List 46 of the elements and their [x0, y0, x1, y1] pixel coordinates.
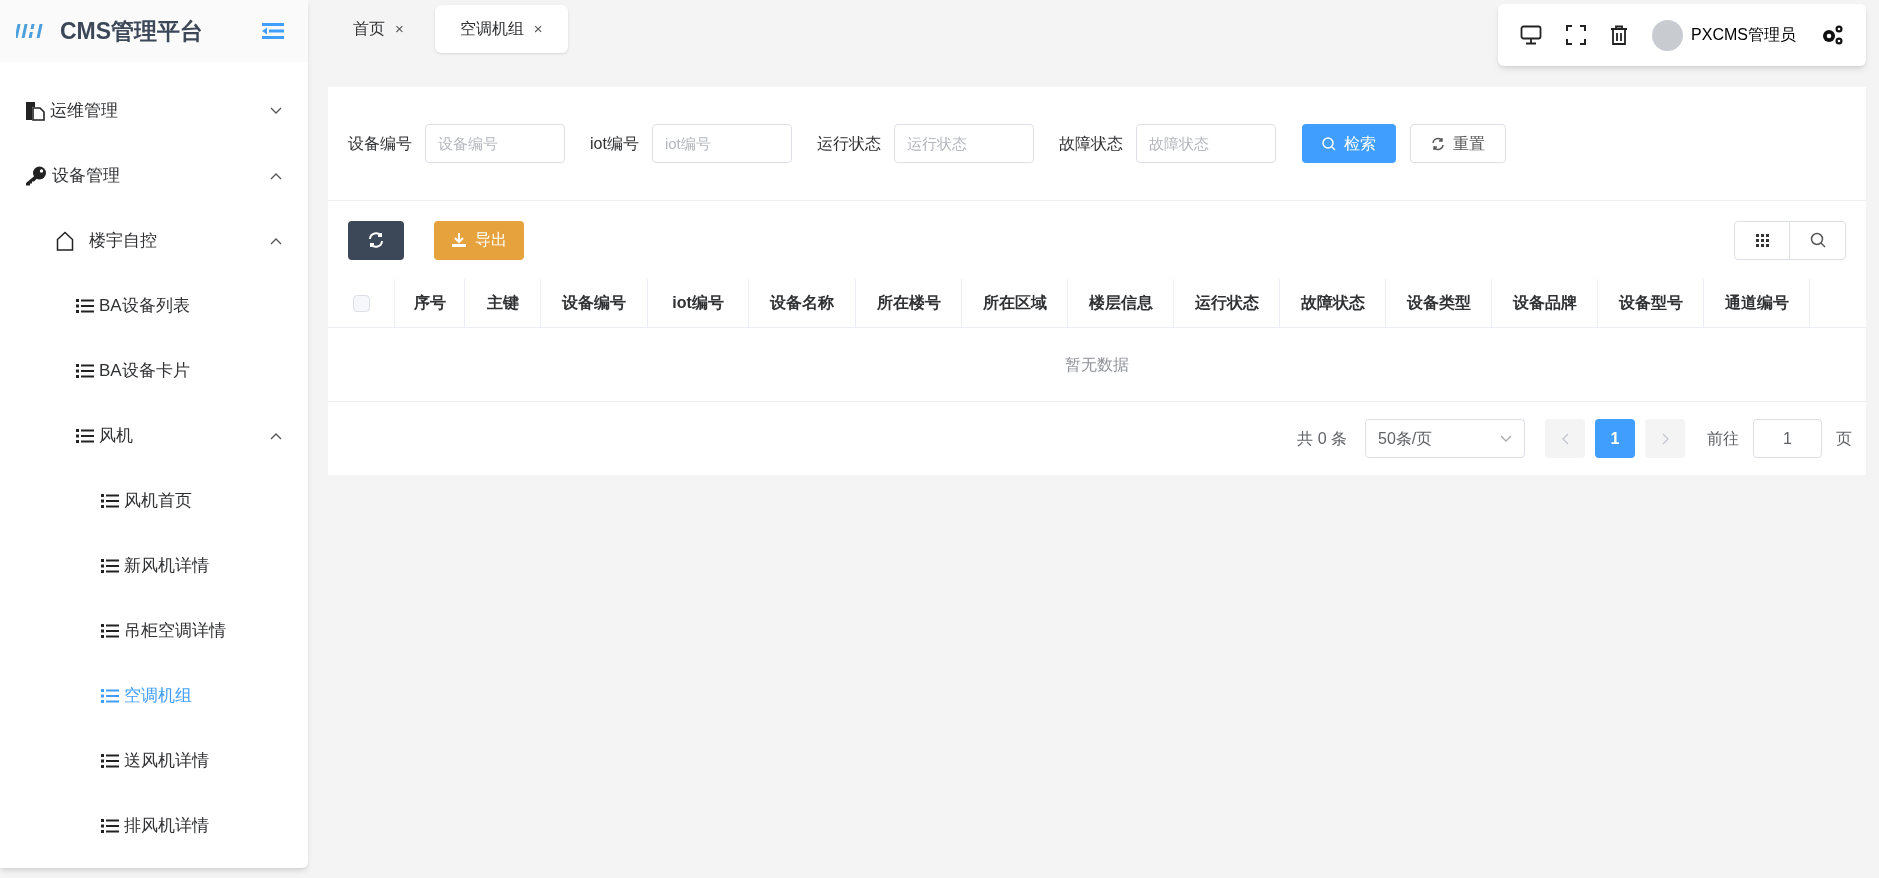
menu-item[interactable]: 风机首页 — [0, 468, 308, 533]
column-header: 主键 — [465, 279, 541, 327]
user-name[interactable]: PXCMS管理员 — [1691, 23, 1796, 47]
tab[interactable]: 空调机组 × — [434, 5, 568, 53]
menu-item[interactable]: 吊柜空调详情 — [0, 598, 308, 663]
filter-input[interactable]: 设备编号 — [425, 124, 565, 163]
column-header: 设备类型 — [1386, 279, 1492, 327]
total-count: 共 0 条 — [1297, 428, 1347, 449]
page-size-select[interactable]: 50条/页 — [1365, 419, 1525, 458]
reset-button[interactable]: 重置 — [1409, 124, 1506, 163]
column-header: 设备编号 — [541, 279, 648, 327]
menu-item[interactable]: 风机 — [0, 403, 308, 468]
close-tab-icon[interactable]: × — [395, 17, 404, 41]
menu-item[interactable]: 送风机详情 — [0, 728, 308, 793]
column-header: 故障状态 — [1280, 279, 1386, 327]
filter-input[interactable]: 运行状态 — [893, 124, 1034, 163]
menu-item[interactable]: 运维管理 — [0, 78, 308, 143]
tab[interactable]: 首页 × — [328, 5, 429, 53]
menu-item[interactable]: 楼宇自控 — [0, 208, 308, 273]
empty-table-message: 暂无数据 — [328, 328, 1866, 402]
filter-input[interactable]: 故障状态 — [1135, 124, 1276, 163]
column-header: 序号 — [395, 279, 465, 327]
page-jump-input[interactable]: 1 — [1753, 419, 1822, 458]
column-header: iot编号 — [648, 279, 749, 327]
close-tab-icon[interactable]: × — [533, 17, 543, 41]
column-header: 运行状态 — [1174, 279, 1280, 327]
menu-item[interactable]: 排风机详情 — [0, 793, 308, 858]
column-header: 设备名称 — [749, 279, 856, 327]
filter-label: 故障状态 — [1058, 133, 1123, 154]
filter-label: 运行状态 — [816, 133, 881, 154]
column-header: 所在区域 — [962, 279, 1068, 327]
menu-item[interactable]: 设备管理 — [0, 143, 308, 208]
app-title: CMS管理平台 — [60, 16, 204, 46]
filter-label: 设备编号 — [348, 133, 412, 154]
column-header: 设备品牌 — [1492, 279, 1598, 327]
menu-item[interactable]: BA设备列表 — [0, 273, 308, 338]
goto-label: 前往 — [1707, 428, 1739, 449]
menu-item[interactable]: BA设备卡片 — [0, 338, 308, 403]
column-header: 通道编号 — [1704, 279, 1810, 327]
column-header: 设备型号 — [1598, 279, 1704, 327]
goto-suffix: 页 — [1836, 428, 1852, 449]
filter-label: iot编号 — [590, 133, 639, 154]
menu-item[interactable]: 新风机详情 — [0, 533, 308, 598]
filter-input[interactable]: iot编号 — [651, 124, 792, 163]
column-header: 楼层信息 — [1068, 279, 1174, 327]
column-header: 所在楼号 — [856, 279, 962, 327]
